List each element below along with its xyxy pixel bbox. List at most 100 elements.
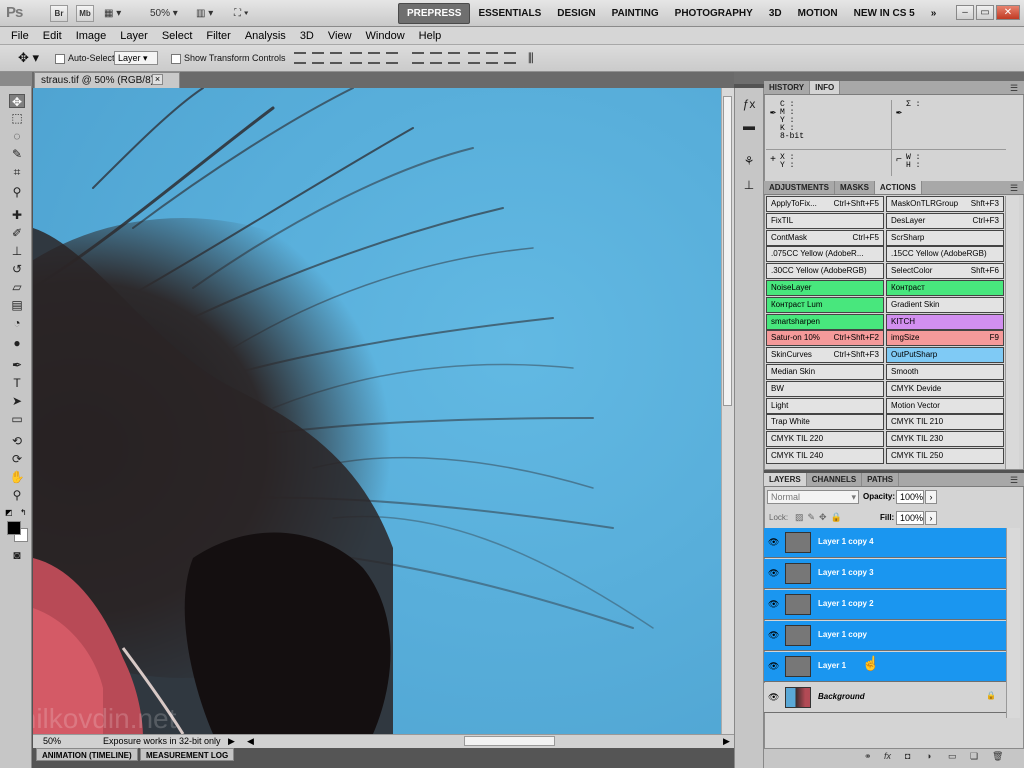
move-tool-preset-icon[interactable]: ✥ ▾ xyxy=(18,51,39,64)
tab-info[interactable]: INFO xyxy=(810,81,841,94)
fill-input[interactable]: 100% xyxy=(896,511,924,525)
action-button[interactable]: Median Skin xyxy=(766,363,884,380)
action-button[interactable]: CMYK TIL 250 xyxy=(886,447,1004,464)
tab-adjustments[interactable]: ADJUSTMENTS xyxy=(764,181,836,194)
align-top-icon[interactable] xyxy=(294,52,306,64)
quick-selection-tool-icon[interactable]: ✎ xyxy=(9,147,25,161)
move-tool-icon[interactable]: ✥ xyxy=(9,94,25,109)
align-hcenter-icon[interactable] xyxy=(368,52,380,64)
action-button[interactable]: FixTIL xyxy=(766,212,884,229)
action-button[interactable]: .075CC Yellow (AdobeR... xyxy=(766,246,884,263)
layer-row[interactable]: 👁 Layer 1 copy 4 xyxy=(764,528,1006,558)
eraser-tool-icon[interactable]: ▱ xyxy=(9,280,25,294)
align-vcenter-icon[interactable] xyxy=(312,52,324,64)
layer-row[interactable]: 👁 Background 🔒 xyxy=(764,683,1006,713)
3d-rotate-tool-icon[interactable]: ⟲ xyxy=(9,434,25,448)
tab-history[interactable]: HISTORY xyxy=(764,81,811,94)
auto-align-icon[interactable]: ⫼ xyxy=(528,52,534,65)
workspace-essentials[interactable]: ESSENTIALS xyxy=(470,0,549,27)
action-button[interactable]: MaskOnTLRGroup Shft+F3 xyxy=(886,196,1004,212)
lasso-tool-icon[interactable]: ◌ xyxy=(9,129,25,143)
action-button[interactable]: OutPutSharp xyxy=(886,347,1004,364)
menu-filter[interactable]: Filter xyxy=(199,27,237,44)
lock-icons[interactable]: ▨✎✥🔒 xyxy=(795,512,846,523)
crop-tool-icon[interactable]: ⌗ xyxy=(9,165,25,179)
layer-visibility-eye-icon[interactable]: 👁 xyxy=(768,568,779,579)
status-zoom[interactable]: 50% xyxy=(43,735,61,748)
workspace-painting[interactable]: PAINTING xyxy=(604,0,667,27)
foreground-color-swatch[interactable] xyxy=(7,521,21,535)
layer-visibility-eye-icon[interactable]: 👁 xyxy=(768,692,779,703)
dodge-tool-icon[interactable]: ● xyxy=(9,336,25,350)
distribute-bottom-icon[interactable] xyxy=(448,52,460,64)
arrange-documents-icon[interactable]: ▥ ▾ xyxy=(196,6,213,21)
info-panel-menu-icon[interactable]: ☰ xyxy=(1010,83,1018,94)
shape-tool-icon[interactable]: ▭ xyxy=(9,412,25,426)
fill-slider-arrow-icon[interactable]: › xyxy=(925,511,937,525)
brush-presets-icon[interactable]: ▬ xyxy=(741,118,757,134)
align-right-icon[interactable] xyxy=(386,52,398,64)
menu-select[interactable]: Select xyxy=(155,27,200,44)
clone-source-icon[interactable]: ⚘ xyxy=(741,153,757,169)
layer-visibility-eye-icon[interactable]: 👁 xyxy=(768,599,779,610)
layers-panel-menu-icon[interactable]: ☰ xyxy=(1010,475,1018,486)
blend-mode-dropdown[interactable]: Normal ▾ xyxy=(767,490,859,504)
link-layers-icon[interactable]: ⚭ xyxy=(864,751,872,762)
marquee-tool-icon[interactable]: ⬚ xyxy=(9,111,25,125)
eyedropper-tool-icon[interactable]: ⚲ xyxy=(9,185,25,199)
tab-animation-timeline[interactable]: ANIMATION (TIMELINE) xyxy=(36,748,138,761)
hand-tool-icon[interactable]: ✋ xyxy=(9,470,25,484)
action-button[interactable]: .15CC Yellow (AdobeRGB) xyxy=(886,246,1004,263)
tab-layers[interactable]: LAYERS xyxy=(764,473,807,486)
path-selection-tool-icon[interactable]: ➤ xyxy=(9,394,25,408)
gradient-tool-icon[interactable]: ▤ xyxy=(9,298,25,312)
layer-row[interactable]: 👁 Layer 1 copy 2 xyxy=(764,590,1006,620)
action-button[interactable]: Trap White xyxy=(766,414,884,431)
scroll-right-icon[interactable]: ▶ xyxy=(723,735,730,748)
zoom-tool-icon[interactable]: ⚲ xyxy=(9,488,25,502)
blur-tool-icon[interactable]: ◔ xyxy=(9,316,25,330)
layer-visibility-eye-icon[interactable]: 👁 xyxy=(768,630,779,641)
tab-paths[interactable]: PATHS xyxy=(862,473,900,486)
layer-row[interactable]: 👁 Layer 1 copy 3 xyxy=(764,559,1006,589)
menu-file[interactable]: File xyxy=(4,27,36,44)
mini-bridge-button[interactable]: Mb xyxy=(76,5,94,22)
default-colors-icon[interactable]: ◩ xyxy=(5,508,13,517)
healing-brush-tool-icon[interactable]: ✚ xyxy=(9,208,25,222)
status-menu-arrow-icon[interactable]: ▶ xyxy=(228,735,235,748)
action-button[interactable]: smartsharpen xyxy=(766,313,884,330)
close-button[interactable]: ✕ xyxy=(996,5,1020,20)
action-button[interactable]: .30CC Yellow (AdobeRGB) xyxy=(766,263,884,280)
quick-mask-icon[interactable]: ◙ xyxy=(9,548,25,562)
tool-presets-icon[interactable]: ⊥ xyxy=(741,177,757,193)
layers-scrollbar[interactable] xyxy=(1006,528,1020,718)
distribute-right-icon[interactable] xyxy=(504,52,516,64)
action-button[interactable]: CMYK TIL 230 xyxy=(886,431,1004,448)
zoom-level-select[interactable]: 50% ▾ xyxy=(150,6,178,21)
scroll-left-icon[interactable]: ◀ xyxy=(247,735,254,748)
action-button[interactable]: Motion Vector xyxy=(886,397,1004,414)
workspace-3d[interactable]: 3D xyxy=(761,0,790,27)
menu-analysis[interactable]: Analysis xyxy=(238,27,293,44)
workspace-new-in-cs-5[interactable]: NEW IN CS 5 xyxy=(846,0,923,27)
tab-actions[interactable]: ACTIONS xyxy=(874,181,922,194)
history-brush-tool-icon[interactable]: ↺ xyxy=(9,262,25,276)
opacity-slider-arrow-icon[interactable]: › xyxy=(925,490,937,504)
workspace-prepress[interactable]: PREPRESS xyxy=(398,3,471,24)
workspace-motion[interactable]: MOTION xyxy=(790,0,846,27)
action-button[interactable]: SkinCurves Ctrl+Shft+F3 xyxy=(766,347,884,364)
tab-channels[interactable]: CHANNELS xyxy=(807,473,863,486)
action-button[interactable]: CMYK TIL 240 xyxy=(766,447,884,464)
auto-select-dropdown[interactable]: Layer ▾ xyxy=(114,51,158,65)
menu-layer[interactable]: Layer xyxy=(113,27,155,44)
distribute-hcenter-icon[interactable] xyxy=(486,52,498,64)
action-button[interactable]: Контраст xyxy=(886,279,1004,296)
document-canvas[interactable]: milkovdin.net xyxy=(33,88,721,734)
new-layer-icon[interactable]: ❏ xyxy=(970,751,978,762)
clone-stamp-tool-icon[interactable]: ⊥ xyxy=(9,244,25,258)
canvas-horizontal-scroll-thumb[interactable] xyxy=(464,736,555,746)
workspace-design[interactable]: DESIGN xyxy=(549,0,603,27)
distribute-vcenter-icon[interactable] xyxy=(430,52,442,64)
menu-image[interactable]: Image xyxy=(69,27,114,44)
bridge-button[interactable]: Br xyxy=(50,5,68,22)
